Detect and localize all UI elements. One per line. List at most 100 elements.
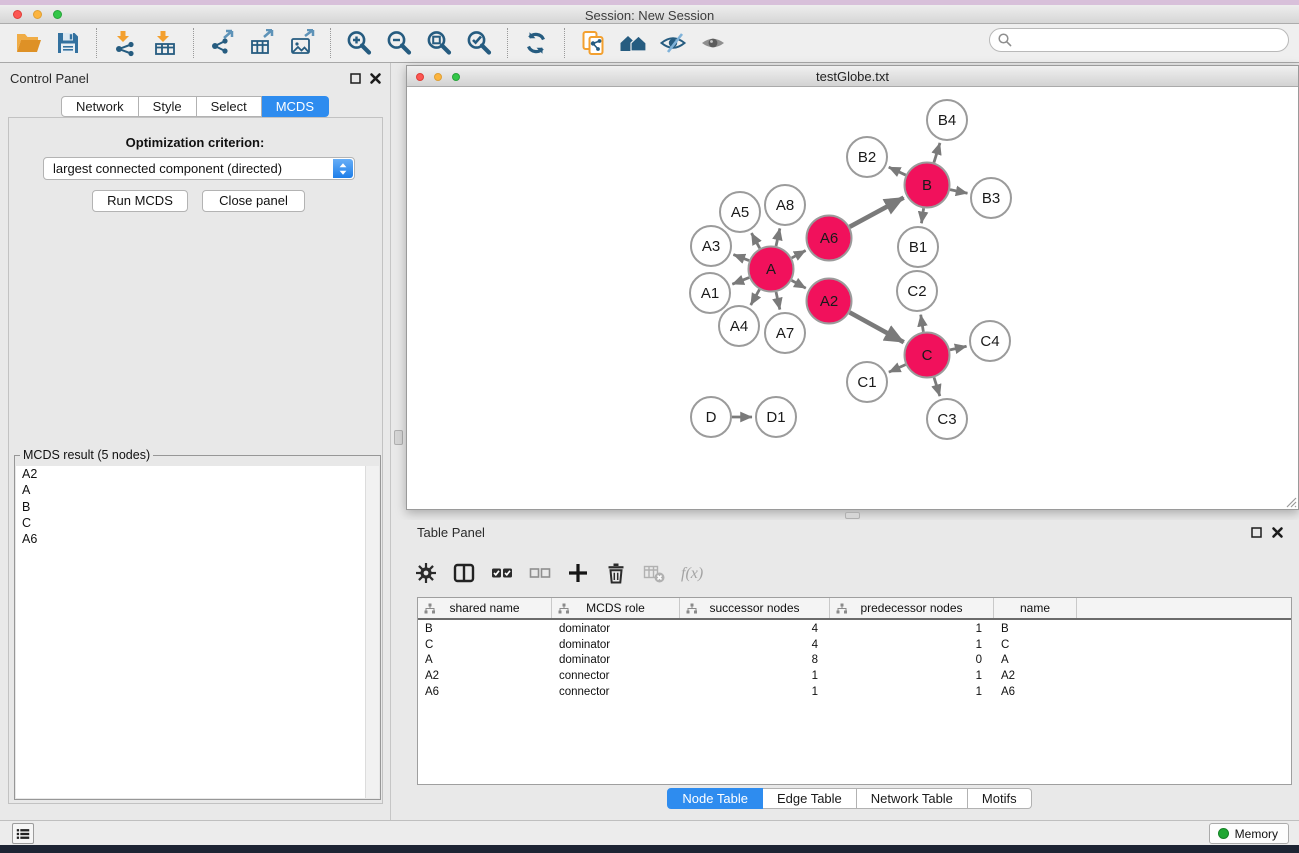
table-row[interactable]: Bdominator41B — [418, 622, 1291, 638]
edge-A-A1[interactable] — [732, 278, 749, 285]
edge-A-A5[interactable] — [751, 233, 759, 248]
edge-C-C1[interactable] — [889, 365, 906, 373]
save-session-icon[interactable] — [54, 29, 82, 57]
result-list-item[interactable]: A — [16, 482, 379, 498]
main-titlebar[interactable]: Session: New Session — [0, 5, 1299, 24]
node-A1[interactable]: A1 — [690, 273, 730, 313]
node-A[interactable]: A — [749, 247, 794, 292]
edge-A-A6[interactable] — [792, 250, 806, 257]
table-row[interactable]: A6connector11A6 — [418, 685, 1291, 701]
select-all-icon[interactable] — [490, 561, 514, 585]
node-D[interactable]: D — [691, 397, 731, 437]
edge-A-A8[interactable] — [776, 228, 780, 246]
edge-A-A7[interactable] — [776, 292, 780, 310]
close-panel-icon[interactable] — [369, 72, 382, 85]
node-B4[interactable]: B4 — [927, 100, 967, 140]
open-file-icon[interactable] — [14, 29, 42, 57]
node-A6[interactable]: A6 — [807, 216, 852, 261]
result-list-item[interactable]: C — [16, 515, 379, 531]
import-network-icon[interactable] — [111, 29, 139, 57]
export-table-icon[interactable] — [248, 29, 276, 57]
export-image-icon[interactable] — [288, 29, 316, 57]
tab-motifs[interactable]: Motifs — [968, 788, 1032, 809]
network-window-titlebar[interactable]: testGlobe.txt — [407, 66, 1298, 87]
destroy-table-icon[interactable] — [642, 561, 666, 585]
home-icon[interactable] — [619, 29, 647, 57]
table-row[interactable]: Cdominator41C — [418, 638, 1291, 654]
deselect-all-icon[interactable] — [528, 561, 552, 585]
split-view-icon[interactable] — [452, 561, 476, 585]
result-list-scrollbar[interactable] — [365, 466, 379, 798]
column-header-mcds-role[interactable]: MCDS role — [552, 598, 680, 618]
criterion-dropdown[interactable]: largest connected component (directed) — [43, 157, 355, 180]
edge-A-A2[interactable] — [792, 280, 806, 288]
node-A4[interactable]: A4 — [719, 306, 759, 346]
horizontal-split-grip[interactable] — [845, 512, 860, 519]
edge-B-B3[interactable] — [950, 190, 967, 194]
memory-button[interactable]: Memory — [1209, 823, 1289, 844]
node-A2[interactable]: A2 — [807, 279, 852, 324]
network-from-file-icon[interactable] — [579, 29, 607, 57]
table-float-panel-icon[interactable] — [1250, 526, 1263, 539]
window-resize-grip[interactable] — [1284, 495, 1297, 508]
node-B1[interactable]: B1 — [898, 227, 938, 267]
column-header-shared-name[interactable]: shared name — [418, 598, 552, 618]
delete-icon[interactable] — [604, 561, 628, 585]
tab-node-table[interactable]: Node Table — [667, 788, 763, 809]
tab-style[interactable]: Style — [139, 96, 197, 117]
edge-B-B2[interactable] — [889, 167, 906, 175]
zoom-out-icon[interactable] — [385, 29, 413, 57]
table-row[interactable]: A2connector11A2 — [418, 669, 1291, 685]
node-A8[interactable]: A8 — [765, 185, 805, 225]
search-input[interactable] — [989, 28, 1289, 52]
node-D1[interactable]: D1 — [756, 397, 796, 437]
node-C[interactable]: C — [905, 333, 950, 378]
vertical-split-grip[interactable] — [394, 430, 403, 445]
result-list-item[interactable]: A6 — [16, 531, 379, 547]
network-view-window[interactable]: testGlobe.txt B4 B2 B B3 A5A8A6 A3 B1 A C2 A1 A2 A4… — [406, 65, 1299, 510]
table-row[interactable]: Adominator80A — [418, 653, 1291, 669]
result-list-item[interactable]: B — [16, 499, 379, 515]
zoom-in-icon[interactable] — [345, 29, 373, 57]
node-A5[interactable]: A5 — [720, 192, 760, 232]
close-panel-button[interactable]: Close panel — [202, 190, 305, 212]
node-C3[interactable]: C3 — [927, 399, 967, 439]
node-A7[interactable]: A7 — [765, 313, 805, 353]
float-panel-icon[interactable] — [349, 72, 362, 85]
node-B[interactable]: B — [905, 163, 950, 208]
edge-A2-C[interactable] — [850, 312, 904, 342]
edge-C-C4[interactable] — [950, 346, 967, 350]
export-network-icon[interactable] — [208, 29, 236, 57]
tab-select[interactable]: Select — [197, 96, 262, 117]
tab-mcds[interactable]: MCDS — [262, 96, 329, 117]
edge-C-C2[interactable] — [921, 315, 924, 332]
edge-B-B4[interactable] — [934, 143, 940, 163]
edge-A-A3[interactable] — [733, 255, 749, 261]
result-list-item[interactable]: A2 — [16, 466, 379, 482]
network-canvas[interactable]: B4B2BB3A5A8A6A3B1AC2A1A2A4A7C4CC1DD1C3 — [407, 87, 1298, 509]
import-table-icon[interactable] — [151, 29, 179, 57]
show-all-icon[interactable] — [699, 29, 727, 57]
edge-A-A4[interactable] — [751, 289, 760, 305]
task-history-button[interactable] — [12, 823, 34, 844]
table-close-panel-icon[interactable] — [1271, 526, 1284, 539]
edge-B-B1[interactable] — [921, 208, 923, 223]
node-B2[interactable]: B2 — [847, 137, 887, 177]
edge-C-C3[interactable] — [934, 377, 940, 396]
column-header-name[interactable]: name — [994, 598, 1077, 618]
zoom-selected-icon[interactable] — [465, 29, 493, 57]
node-C2[interactable]: C2 — [897, 271, 937, 311]
column-header-successor-nodes[interactable]: successor nodes — [680, 598, 830, 618]
edge-A6-B[interactable] — [850, 198, 904, 227]
hide-selected-icon[interactable] — [659, 29, 687, 57]
zoom-fit-icon[interactable] — [425, 29, 453, 57]
tab-network[interactable]: Network — [61, 96, 139, 117]
refresh-icon[interactable] — [522, 29, 550, 57]
run-mcds-button[interactable]: Run MCDS — [92, 190, 188, 212]
node-C1[interactable]: C1 — [847, 362, 887, 402]
tab-network-table[interactable]: Network Table — [857, 788, 968, 809]
add-icon[interactable] — [566, 561, 590, 585]
node-B3[interactable]: B3 — [971, 178, 1011, 218]
node-A3[interactable]: A3 — [691, 226, 731, 266]
function-builder-icon[interactable]: f(x) — [680, 561, 704, 585]
